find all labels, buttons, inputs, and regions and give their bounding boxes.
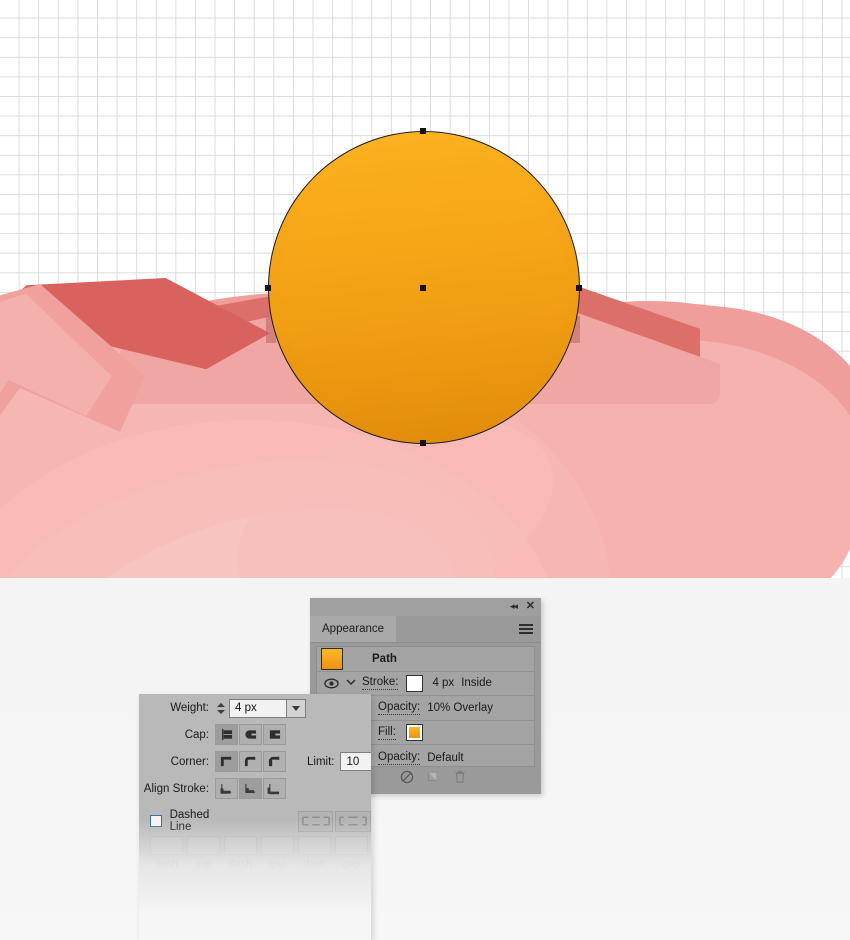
illustration-canvas[interactable]: [0, 0, 850, 578]
dash-gap-fields-row: [150, 836, 371, 855]
gap-label-2: gap: [268, 858, 287, 870]
align-outside-icon[interactable]: [263, 778, 286, 799]
stroke-weight-row: Weight: 4 px: [143, 698, 306, 718]
panel-menu-icon[interactable]: [519, 624, 533, 634]
path-swatch-icon[interactable]: [320, 647, 343, 670]
cap-button-group: [215, 724, 287, 745]
fill-opacity-value[interactable]: Default: [427, 752, 463, 764]
appearance-row-path[interactable]: Path: [317, 647, 534, 672]
limit-input[interactable]: 10: [340, 752, 371, 771]
stroke-align-row: Align Stroke:: [143, 778, 287, 799]
weight-label: Weight:: [170, 702, 209, 714]
miter-join-icon[interactable]: [215, 751, 238, 772]
appearance-panel-titlebar[interactable]: ◂◂ ✕: [310, 598, 541, 616]
corner-label: Corner:: [170, 755, 209, 768]
dash-preserve-icon[interactable]: [297, 810, 334, 832]
fill-label[interactable]: Fill:: [378, 726, 396, 740]
dashed-line-label: Dashed Line: [169, 809, 210, 833]
tab-appearance[interactable]: Appearance: [310, 616, 397, 642]
round-cap-icon[interactable]: [239, 724, 262, 745]
gap-field-2[interactable]: [261, 836, 294, 855]
stroke-opacity-value[interactable]: 10% Overlay: [427, 702, 493, 714]
duplicate-item-icon[interactable]: [426, 770, 440, 787]
appearance-row-stroke[interactable]: Stroke: 4 px Inside: [317, 672, 534, 697]
fill-color-swatch[interactable]: [405, 724, 423, 742]
chevron-down-icon[interactable]: [287, 698, 306, 718]
gap-label-3: gap: [342, 858, 361, 870]
stroke-cap-row: Cap:: [143, 724, 287, 745]
dash-field-2[interactable]: [224, 836, 257, 855]
weight-input[interactable]: 4 px: [229, 698, 287, 718]
fill-opacity-label[interactable]: Opacity:: [378, 751, 421, 765]
chevron-down-icon[interactable]: [346, 677, 356, 689]
gap-label-1: gap: [194, 858, 213, 870]
anchor-point-left[interactable]: [265, 285, 271, 291]
butt-cap-icon[interactable]: [215, 724, 238, 745]
stroke-corner-row: Corner: Limit: 10: [143, 751, 371, 772]
align-center-icon[interactable]: [215, 778, 238, 799]
dash-label-1: dash: [155, 858, 178, 870]
align-stroke-label: Align Stroke:: [143, 782, 209, 795]
dash-field-3[interactable]: [298, 836, 331, 855]
align-stroke-button-group: [215, 778, 287, 799]
corner-button-group: [215, 751, 287, 772]
stroke-align-value[interactable]: Inside: [461, 677, 492, 689]
dashed-line-checkbox[interactable]: [150, 815, 162, 827]
dash-fit-icon[interactable]: [335, 810, 371, 832]
tab-appearance-label: Appearance: [322, 623, 385, 635]
eye-icon[interactable]: [324, 676, 339, 691]
cap-label: Cap:: [184, 728, 209, 741]
stroke-opacity-label[interactable]: Opacity:: [378, 701, 421, 715]
anchor-point-bottom[interactable]: [420, 440, 426, 446]
appearance-panel-tabbar: Appearance: [310, 616, 541, 643]
close-icon[interactable]: ✕: [526, 599, 535, 613]
dash-label-2: dash: [229, 858, 252, 870]
stroke-panel[interactable]: Weight: 4 px Cap: Corner: Limit: 10 Alig…: [139, 694, 371, 940]
anchor-point-center[interactable]: [420, 285, 426, 291]
screenshot-root: ◂◂ ✕ Appearance Path Stroke: 4 px Inside…: [0, 0, 850, 940]
stroke-weight-value[interactable]: 4 px: [432, 677, 454, 689]
gap-field-1[interactable]: [187, 836, 220, 855]
round-join-icon[interactable]: [239, 751, 262, 772]
selected-coin-object[interactable]: [265, 128, 582, 446]
clear-appearance-icon[interactable]: [400, 770, 414, 787]
anchor-point-top[interactable]: [420, 128, 426, 134]
dash-label-3: dash: [303, 858, 326, 870]
stroke-label[interactable]: Stroke:: [362, 676, 399, 691]
appearance-row-path-label: Path: [372, 652, 397, 665]
collapse-icon[interactable]: ◂◂: [510, 601, 518, 612]
anchor-point-right[interactable]: [576, 285, 582, 291]
projecting-cap-icon[interactable]: [263, 724, 286, 745]
bevel-join-icon[interactable]: [263, 751, 286, 772]
limit-label: Limit:: [307, 755, 335, 768]
gap-field-3[interactable]: [335, 836, 368, 855]
stepper-icon[interactable]: [215, 698, 226, 718]
dash-field-1[interactable]: [150, 836, 183, 855]
dash-gap-labels-row: dash gap dash gap dash gap: [150, 858, 371, 870]
arrowheads-row: Arrowheads:: [150, 884, 215, 896]
arrowheads-label: Arrowheads:: [150, 884, 215, 896]
dashed-line-row: Dashed Line: [150, 809, 371, 833]
trash-icon[interactable]: [453, 769, 467, 787]
align-inside-icon[interactable]: [239, 778, 262, 799]
stroke-color-swatch[interactable]: [406, 674, 424, 692]
